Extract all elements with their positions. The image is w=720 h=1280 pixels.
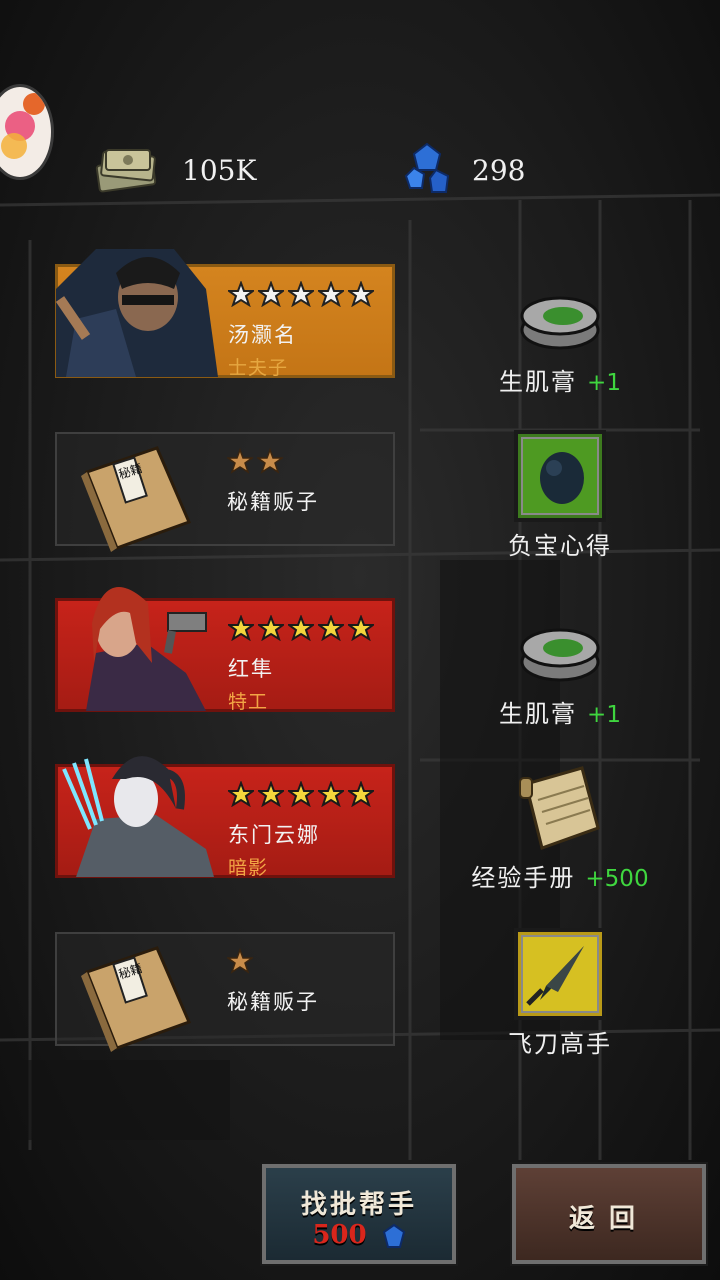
cash-stack-icon (95, 149, 157, 193)
reward-4: 经验手册 +500 (440, 764, 680, 893)
reward-name: 经验手册 (471, 864, 576, 892)
treasure-skill-icon (514, 430, 606, 522)
blue-gem-icon (404, 142, 450, 193)
card-2-stars (227, 448, 283, 474)
hero-name: 红隼 (228, 657, 274, 681)
star-outline-icon (288, 281, 314, 307)
find-helper-button[interactable]: 找批帮手 500 (260, 1162, 458, 1266)
card-1-stars (228, 281, 374, 307)
gold-star-icon (318, 615, 344, 641)
cash-currency: 105K (92, 140, 256, 200)
card-3-stars (228, 615, 374, 641)
cost-amount: 500 (312, 1220, 367, 1250)
back-label: 返回 (568, 1204, 649, 1234)
secret-book-icon: 秘籍 (81, 946, 192, 1052)
book-seller-card-2[interactable]: 秘籍 秘籍贩子 (55, 932, 395, 1052)
blue-gem-icon (382, 1223, 405, 1248)
bronze-star-icon (227, 948, 253, 974)
cash-amount: 105K (182, 153, 257, 187)
reward-2: 负宝心得 (440, 430, 680, 561)
gem-amount: 298 (472, 153, 526, 187)
star-outline-icon (258, 281, 284, 307)
scroll-icon (519, 766, 600, 850)
gold-star-icon (228, 781, 254, 807)
star-outline-icon (318, 281, 344, 307)
flying-knife-skill-icon (514, 928, 606, 1020)
reward-amount: +1 (587, 702, 621, 728)
reward-name: 生肌膏 (499, 368, 578, 396)
reward-amount: +1 (587, 370, 621, 396)
find-helper-cost: 500 (266, 1220, 452, 1250)
card-5-stars (227, 948, 253, 974)
gold-star-icon (348, 781, 374, 807)
star-outline-icon (348, 281, 374, 307)
ointment-tin-icon (520, 296, 600, 350)
reward-name: 飞刀高手 (508, 1030, 612, 1058)
floating-assistant-button[interactable] (0, 84, 54, 180)
reward-5: 飞刀高手 (440, 928, 680, 1059)
hero-card-3[interactable]: 东门云娜 暗影 (55, 756, 395, 879)
reward-1: 生肌膏 +1 (440, 286, 680, 397)
hero-card-2[interactable]: 红隼 特工 (55, 587, 395, 713)
back-button[interactable]: 返回 (510, 1162, 708, 1266)
gold-star-icon (228, 615, 254, 641)
gold-star-icon (288, 615, 314, 641)
gold-star-icon (318, 781, 344, 807)
card-4-stars (228, 781, 374, 807)
hero-title: 士夫子 (228, 357, 289, 379)
hero-name: 汤灏名 (228, 323, 297, 347)
gem-currency: 298 (402, 140, 525, 200)
hero-portrait-dongmen (62, 756, 214, 877)
hero-card-1[interactable]: 汤灏名 士夫子 (55, 249, 395, 379)
reward-name: 负宝心得 (508, 532, 612, 560)
seller-name: 秘籍贩子 (227, 990, 319, 1014)
gold-star-icon (288, 781, 314, 807)
bronze-star-icon (227, 448, 253, 474)
book-seller-card-1[interactable]: 秘籍 秘籍贩子 (55, 432, 395, 552)
hero-title: 特工 (228, 691, 269, 713)
gold-star-icon (258, 781, 284, 807)
hero-title: 暗影 (228, 857, 269, 879)
reward-3: 生肌膏 +1 (440, 618, 680, 729)
gold-star-icon (258, 615, 284, 641)
gold-star-icon (348, 615, 374, 641)
bronze-star-icon (257, 448, 283, 474)
hero-portrait-hongsun (86, 587, 207, 711)
ointment-tin-icon (520, 628, 600, 682)
hero-portrait-tang (56, 249, 218, 377)
find-helper-label: 找批帮手 (300, 1190, 417, 1220)
seller-name: 秘籍贩子 (227, 490, 319, 514)
star-outline-icon (228, 281, 254, 307)
reward-amount: +500 (585, 866, 649, 892)
hero-name: 东门云娜 (228, 823, 320, 847)
secret-book-icon: 秘籍 (81, 446, 192, 552)
reward-name: 生肌膏 (499, 700, 578, 728)
